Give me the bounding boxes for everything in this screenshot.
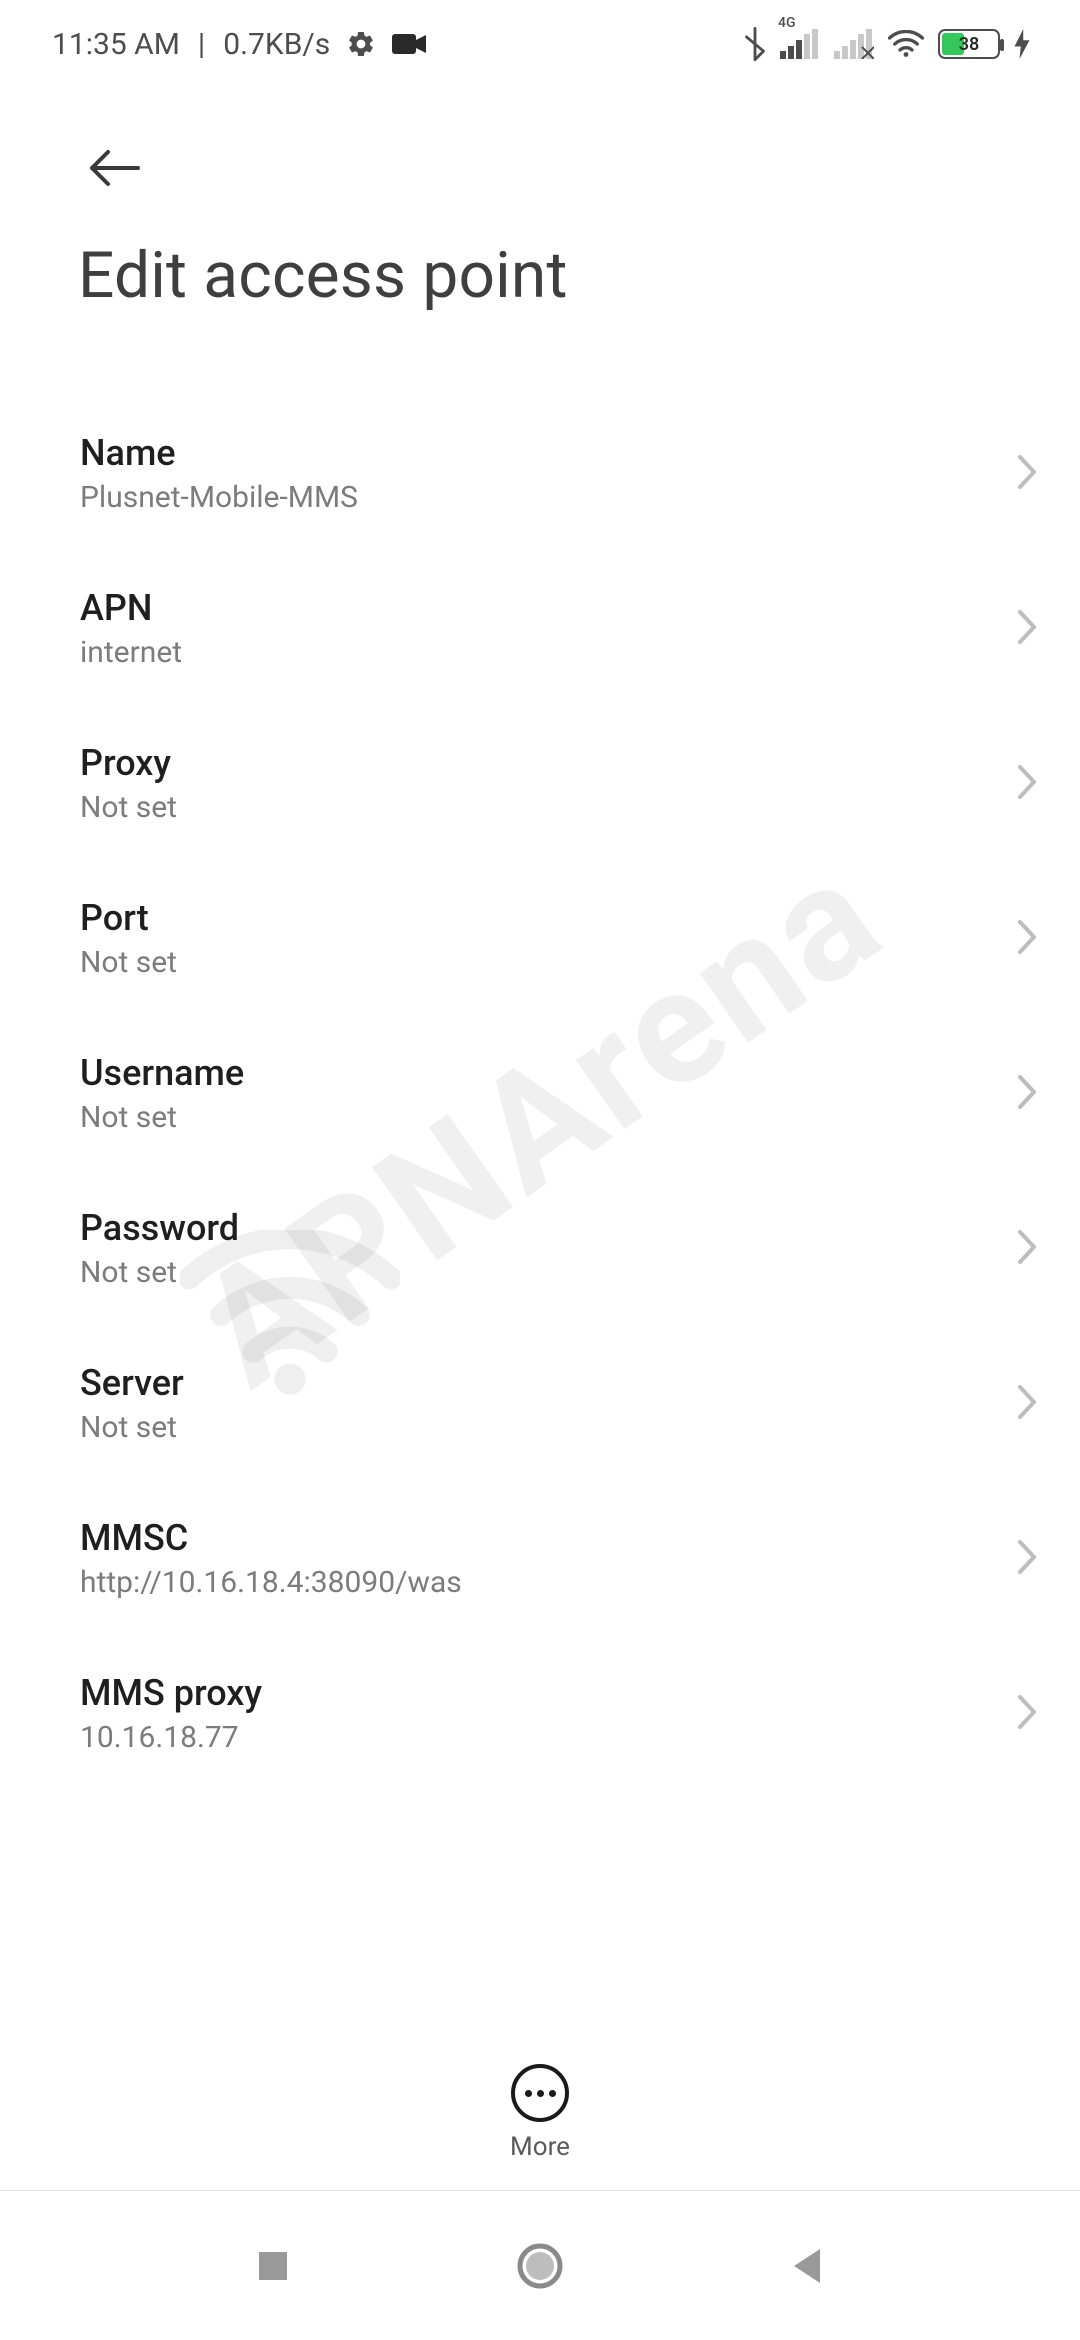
camera-icon bbox=[392, 32, 426, 56]
setting-row-apn[interactable]: APN internet bbox=[0, 551, 1080, 706]
setting-value: Not set bbox=[80, 1410, 984, 1445]
page-title: Edit access point bbox=[78, 238, 568, 313]
circle-icon bbox=[516, 2242, 564, 2290]
setting-label: Name bbox=[80, 432, 984, 474]
system-nav-bar bbox=[0, 2190, 1080, 2340]
chevron-right-icon bbox=[1016, 1538, 1040, 1580]
setting-label: MMSC bbox=[80, 1517, 984, 1559]
setting-label: Server bbox=[80, 1362, 984, 1404]
status-time: 11:35 AM bbox=[52, 27, 180, 62]
nav-back-button[interactable] bbox=[767, 2226, 847, 2306]
setting-row-username[interactable]: Username Not set bbox=[0, 1016, 1080, 1171]
more-icon bbox=[511, 2064, 569, 2122]
setting-label: Proxy bbox=[80, 742, 984, 784]
more-action[interactable]: More bbox=[0, 2064, 1080, 2162]
setting-value: Not set bbox=[80, 1100, 984, 1135]
chevron-right-icon bbox=[1016, 608, 1040, 650]
back-button[interactable] bbox=[78, 132, 150, 204]
chevron-right-icon bbox=[1016, 1383, 1040, 1425]
square-icon bbox=[255, 2248, 291, 2284]
arrow-left-icon bbox=[86, 148, 142, 188]
setting-row-port[interactable]: Port Not set bbox=[0, 861, 1080, 1016]
setting-value: Plusnet-Mobile-MMS bbox=[80, 480, 984, 515]
signal-sim1-icon: 4G bbox=[780, 29, 820, 59]
wifi-icon bbox=[888, 30, 924, 58]
setting-label: Username bbox=[80, 1052, 984, 1094]
toolbar bbox=[0, 120, 1080, 216]
setting-value: 10.16.18.77 bbox=[80, 1720, 984, 1755]
setting-value: Not set bbox=[80, 945, 984, 980]
status-left: 11:35 AM | 0.7KB/s bbox=[52, 27, 426, 62]
chevron-right-icon bbox=[1016, 1073, 1040, 1115]
status-separator: | bbox=[198, 27, 205, 62]
charging-icon bbox=[1014, 29, 1030, 59]
setting-row-mms-proxy[interactable]: MMS proxy 10.16.18.77 bbox=[0, 1636, 1080, 1791]
bluetooth-icon bbox=[744, 27, 766, 61]
setting-value: internet bbox=[80, 635, 984, 670]
more-label: More bbox=[510, 2132, 570, 2162]
chevron-right-icon bbox=[1016, 918, 1040, 960]
setting-row-mmsc[interactable]: MMSC http://10.16.18.4:38090/was bbox=[0, 1481, 1080, 1636]
setting-row-proxy[interactable]: Proxy Not set bbox=[0, 706, 1080, 861]
triangle-left-icon bbox=[790, 2247, 824, 2285]
network-type-label: 4G bbox=[778, 15, 796, 31]
setting-label: APN bbox=[80, 587, 984, 629]
nav-recent-button[interactable] bbox=[233, 2226, 313, 2306]
setting-value: http://10.16.18.4:38090/was bbox=[80, 1565, 984, 1600]
setting-row-password[interactable]: Password Not set bbox=[0, 1171, 1080, 1326]
status-right: 4G 38 bbox=[744, 27, 1030, 61]
setting-row-server[interactable]: Server Not set bbox=[0, 1326, 1080, 1481]
setting-label: Port bbox=[80, 897, 984, 939]
status-net-rate: 0.7KB/s bbox=[223, 27, 330, 62]
chevron-right-icon bbox=[1016, 453, 1040, 495]
battery-icon: 38 bbox=[938, 29, 1000, 59]
setting-row-name[interactable]: Name Plusnet-Mobile-MMS bbox=[0, 396, 1080, 551]
chevron-right-icon bbox=[1016, 1228, 1040, 1270]
setting-value: Not set bbox=[80, 790, 984, 825]
chevron-right-icon bbox=[1016, 763, 1040, 805]
nav-home-button[interactable] bbox=[500, 2226, 580, 2306]
gear-icon bbox=[346, 29, 376, 59]
signal-sim2-icon bbox=[834, 29, 874, 59]
settings-list[interactable]: Name Plusnet-Mobile-MMS APN internet Proxy No… bbox=[0, 396, 1080, 2340]
setting-value: Not set bbox=[80, 1255, 984, 1290]
chevron-right-icon bbox=[1016, 1693, 1040, 1735]
setting-label: Password bbox=[80, 1207, 984, 1249]
status-bar: 11:35 AM | 0.7KB/s 4G 38 bbox=[0, 0, 1080, 88]
battery-percent: 38 bbox=[940, 34, 998, 55]
setting-label: MMS proxy bbox=[80, 1672, 984, 1714]
